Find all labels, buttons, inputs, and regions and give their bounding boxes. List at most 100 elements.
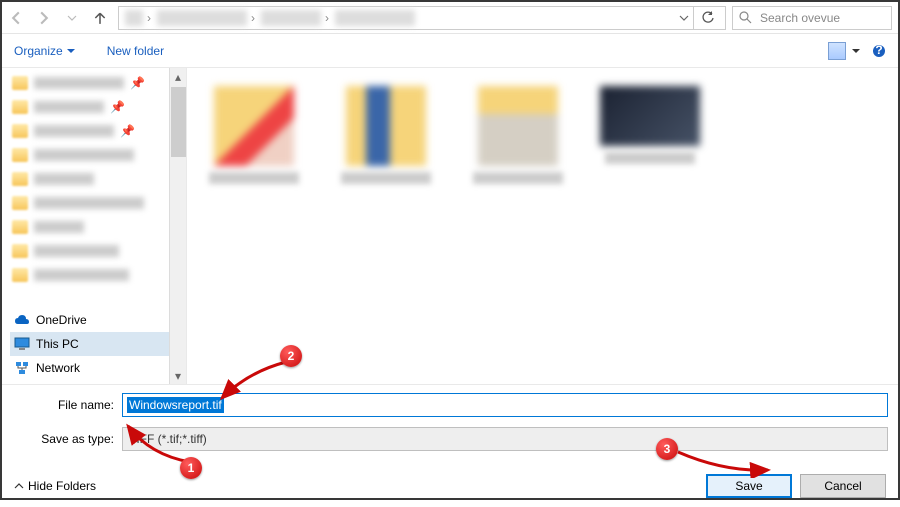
file-thumbnail [478, 86, 558, 166]
annotation-badge-3: 3 [656, 438, 678, 460]
hide-folders-button[interactable]: Hide Folders [14, 479, 96, 493]
tree-item-label [34, 149, 134, 161]
list-item[interactable] [331, 86, 441, 184]
pin-icon: 📌 [110, 100, 120, 114]
chevron-up-icon [14, 481, 24, 491]
tree-item-label [34, 101, 104, 113]
dialog-body: 📌 📌 📌 OneDrive This PC Network [2, 68, 898, 384]
new-folder-button[interactable]: New folder [107, 44, 164, 58]
tree-item[interactable] [12, 240, 184, 262]
place-label: This PC [36, 337, 79, 351]
place-label: Network [36, 361, 80, 375]
folder-icon [12, 196, 28, 210]
file-label [473, 172, 563, 184]
annotation-badge-1: 1 [180, 457, 202, 479]
cloud-icon [14, 312, 30, 328]
tree-item-label [34, 125, 114, 137]
file-thumbnail [214, 86, 294, 166]
search-placeholder: Search ovevue [760, 11, 840, 25]
tree-item[interactable] [12, 192, 184, 214]
type-select[interactable]: TIFF (*.tif;*.tiff) [122, 427, 888, 451]
tree-item[interactable]: 📌 [12, 120, 184, 142]
folder-icon [12, 172, 28, 186]
hide-folders-label: Hide Folders [28, 479, 96, 493]
pin-icon: 📌 [120, 124, 130, 138]
file-label [341, 172, 431, 184]
network-icon [14, 360, 30, 376]
recent-dropdown[interactable] [58, 2, 86, 34]
tree-item[interactable]: 📌 [12, 96, 184, 118]
refresh-button[interactable] [693, 6, 721, 30]
tree-item-label [34, 269, 129, 281]
folder-icon [12, 244, 28, 258]
file-label [605, 152, 695, 164]
address-segment [157, 10, 247, 26]
search-input[interactable]: Search ovevue [732, 6, 892, 30]
command-bar: Organize New folder ? [2, 34, 898, 68]
places-list: OneDrive This PC Network [2, 304, 186, 384]
address-segment [335, 10, 415, 26]
filename-value: Windowsreport.tif [127, 397, 224, 413]
save-form: File name: Windowsreport.tif Save as typ… [2, 384, 898, 465]
annotation-badge-2: 2 [280, 345, 302, 367]
address-bar[interactable]: › › › [118, 6, 726, 30]
folder-icon [12, 100, 28, 114]
scroll-thumb[interactable] [171, 87, 186, 157]
tree-item[interactable] [12, 168, 184, 190]
chevron-down-icon [67, 47, 75, 55]
help-icon[interactable]: ? [872, 44, 886, 58]
tree-item-label [34, 77, 124, 89]
tree-item-label [34, 221, 84, 233]
folder-icon [12, 268, 28, 282]
folder-icon [12, 148, 28, 162]
tree-item[interactable] [12, 216, 184, 238]
file-list[interactable] [187, 68, 898, 384]
monitor-icon [14, 336, 30, 352]
list-item[interactable] [595, 86, 705, 164]
folder-icon [12, 220, 28, 234]
up-button[interactable] [86, 2, 114, 34]
file-label [209, 172, 299, 184]
view-options-button[interactable] [828, 42, 846, 60]
tree-item[interactable]: 📌 [12, 72, 184, 94]
list-item[interactable] [199, 86, 309, 184]
address-segment [261, 10, 321, 26]
sidebar-scrollbar[interactable]: ▴ ▾ [169, 68, 186, 384]
place-this-pc[interactable]: This PC [10, 332, 186, 356]
type-value: TIFF (*.tif;*.tiff) [129, 432, 207, 446]
tree-item-label [34, 173, 94, 185]
filename-input[interactable]: Windowsreport.tif [122, 393, 888, 417]
place-onedrive[interactable]: OneDrive [10, 308, 186, 332]
scroll-up-arrow[interactable]: ▴ [170, 68, 186, 85]
address-bar-row: › › › Search ovevue [2, 2, 898, 34]
svg-text:?: ? [875, 44, 882, 57]
tree-item-label [34, 245, 119, 257]
type-label: Save as type: [12, 432, 122, 446]
place-network[interactable]: Network [10, 356, 186, 380]
address-dropdown[interactable] [675, 13, 693, 23]
organize-button[interactable]: Organize [14, 44, 75, 58]
address-segment [125, 10, 143, 26]
forward-button[interactable] [30, 2, 58, 34]
list-item[interactable] [463, 86, 573, 184]
scroll-down-arrow[interactable]: ▾ [170, 367, 186, 384]
back-button[interactable] [2, 2, 30, 34]
folder-icon [12, 124, 28, 138]
search-icon [739, 11, 752, 24]
tree-item[interactable] [12, 144, 184, 166]
tree-item-label [34, 197, 144, 209]
filename-label: File name: [12, 398, 122, 412]
file-thumbnail [346, 86, 426, 166]
chevron-down-icon[interactable] [852, 47, 860, 55]
folder-icon [12, 76, 28, 90]
navigation-pane: 📌 📌 📌 OneDrive This PC Network [2, 68, 187, 384]
folder-tree[interactable]: 📌 📌 📌 [2, 68, 186, 304]
save-button[interactable]: Save [706, 474, 792, 498]
file-thumbnail [600, 86, 700, 146]
place-label: OneDrive [36, 313, 87, 327]
organize-label: Organize [14, 44, 63, 58]
dialog-footer: Hide Folders Save Cancel [2, 465, 898, 507]
cancel-button[interactable]: Cancel [800, 474, 886, 498]
pin-icon: 📌 [130, 76, 140, 90]
tree-item[interactable] [12, 264, 184, 286]
